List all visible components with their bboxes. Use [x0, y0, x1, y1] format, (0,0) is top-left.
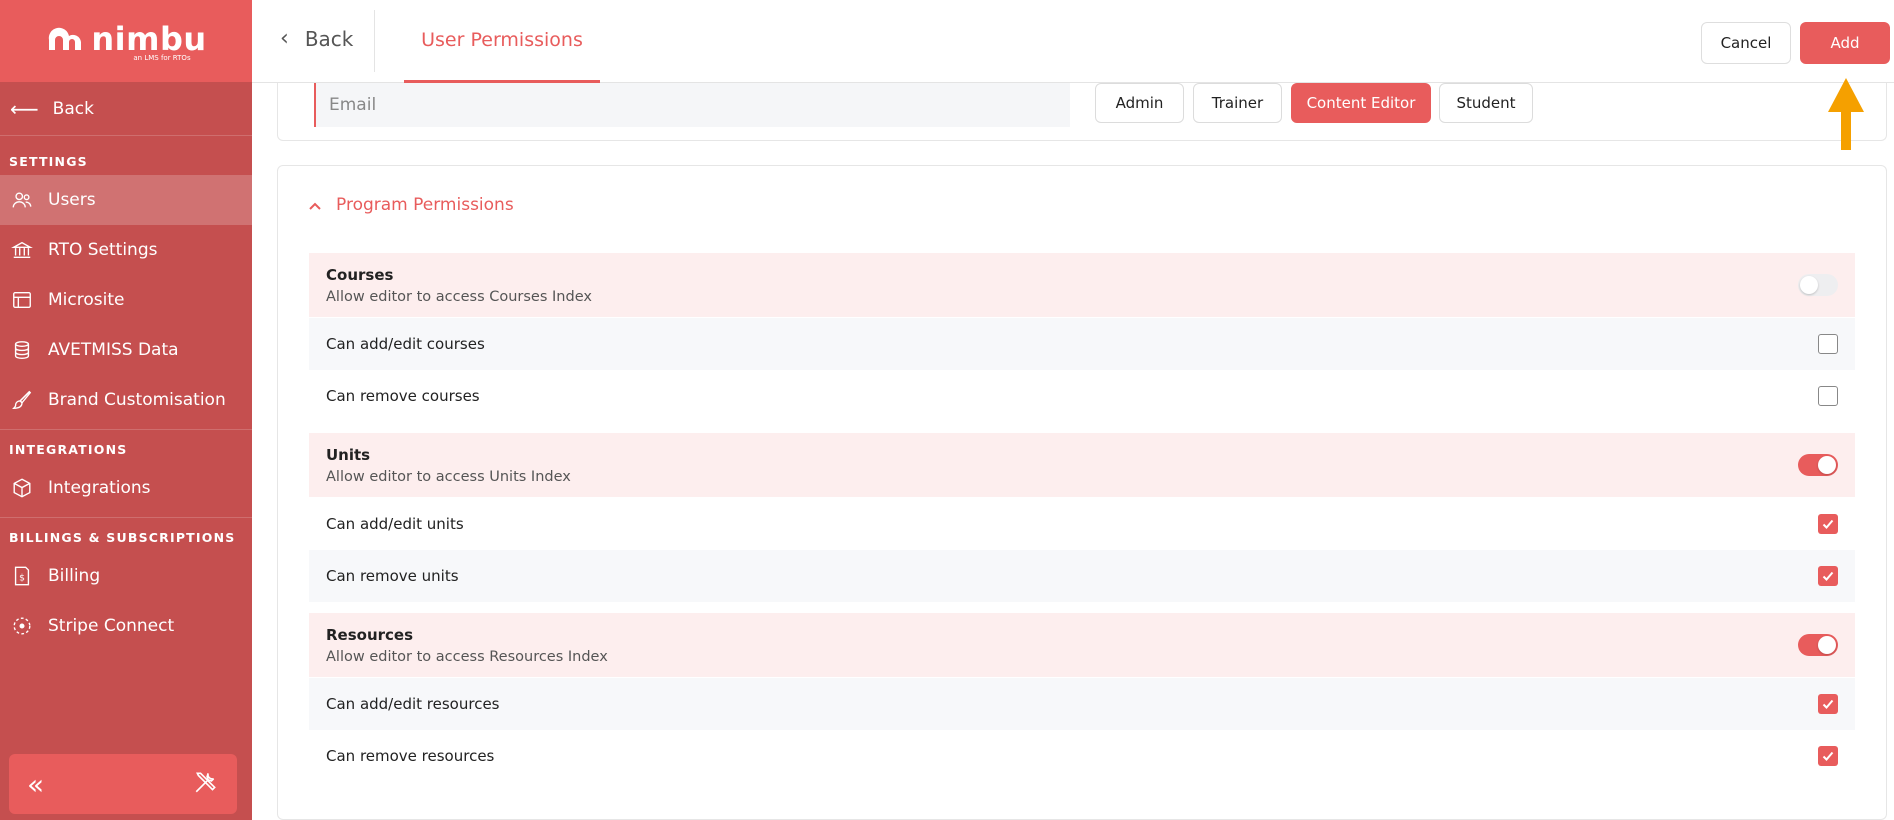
- permission-group-description: Allow editor to access Courses Index: [326, 288, 592, 305]
- logo-tagline: an LMS for RTOs: [133, 54, 191, 62]
- permission-group-description: Allow editor to access Resources Index: [326, 648, 608, 665]
- permission-label: Can add/edit resources: [326, 695, 500, 713]
- sidebar-item-label: Billing: [48, 566, 101, 586]
- permission-item: Can remove resources: [309, 730, 1855, 782]
- tab-user-permissions[interactable]: User Permissions: [404, 0, 600, 83]
- logo[interactable]: nimbu an LMS for RTOs: [0, 0, 252, 82]
- brush-icon: [10, 388, 34, 412]
- permission-group-resources: Resources Allow editor to access Resourc…: [309, 613, 1855, 677]
- permission-item: Can add/edit courses: [309, 318, 1855, 370]
- back-button[interactable]: ‹ Back: [280, 26, 353, 51]
- permission-group-units: Units Allow editor to access Units Index: [309, 433, 1855, 497]
- permission-label: Can add/edit courses: [326, 335, 485, 353]
- toggle-knob: [1818, 636, 1836, 654]
- units-access-toggle[interactable]: [1798, 454, 1838, 476]
- permission-label: Can remove resources: [326, 747, 495, 765]
- sidebar-footer: «: [9, 754, 237, 814]
- permission-group-title: Courses: [326, 265, 394, 284]
- permission-label: Can remove courses: [326, 387, 480, 405]
- can-remove-units-checkbox[interactable]: [1818, 566, 1838, 586]
- chevron-up-icon: [308, 196, 322, 215]
- checkmark-icon: [1822, 571, 1834, 581]
- tools-icon[interactable]: [193, 769, 219, 799]
- browser-icon: [10, 288, 34, 312]
- role-trainer-button[interactable]: Trainer: [1193, 83, 1282, 123]
- can-remove-resources-checkbox[interactable]: [1818, 746, 1838, 766]
- sidebar-item-label: Microsite: [48, 290, 125, 310]
- sidebar-section-integrations: INTEGRATIONS: [9, 442, 128, 457]
- users-icon: [10, 188, 34, 212]
- role-student-button[interactable]: Student: [1439, 83, 1533, 123]
- top-divider: [374, 10, 375, 72]
- sidebar-back-link[interactable]: ⟵ Back: [0, 82, 252, 136]
- sidebar-back-label: Back: [52, 98, 94, 119]
- logo-text: nimbu: [91, 20, 207, 58]
- sidebar-item-label: Users: [48, 190, 96, 210]
- toggle-knob: [1818, 456, 1836, 474]
- sidebar-item-rto-settings[interactable]: RTO Settings: [0, 225, 252, 275]
- permission-item: Can remove units: [309, 550, 1855, 602]
- role-admin-button[interactable]: Admin: [1095, 83, 1184, 123]
- sidebar-item-brand-customisation[interactable]: Brand Customisation: [0, 375, 252, 425]
- checkmark-icon: [1822, 699, 1834, 709]
- chevron-left-icon: ‹: [280, 26, 289, 51]
- sidebar-item-integrations[interactable]: Integrations: [0, 463, 252, 513]
- email-field[interactable]: [314, 83, 1070, 127]
- annotation-arrow-icon: [1828, 78, 1864, 150]
- permission-group-description: Allow editor to access Units Index: [326, 468, 571, 485]
- back-label: Back: [304, 26, 354, 51]
- top-bar: ‹ Back User Permissions Cancel Add: [252, 0, 1894, 83]
- toggle-knob: [1800, 276, 1818, 294]
- arrow-left-icon: ⟵: [10, 96, 39, 121]
- bank-icon: [10, 238, 34, 262]
- connect-icon: [10, 614, 34, 638]
- checkmark-icon: [1822, 519, 1834, 529]
- resources-access-toggle[interactable]: [1798, 634, 1838, 656]
- checkmark-icon: [1822, 751, 1834, 761]
- sidebar-item-avetmiss-data[interactable]: AVETMISS Data: [0, 325, 252, 375]
- cube-icon: [10, 476, 34, 500]
- double-chevron-left-icon[interactable]: «: [27, 768, 44, 801]
- sidebar-item-label: RTO Settings: [48, 240, 158, 260]
- courses-access-toggle[interactable]: [1798, 274, 1838, 296]
- permission-label: Can remove units: [326, 567, 459, 585]
- sidebar-item-microsite[interactable]: Microsite: [0, 275, 252, 325]
- can-add-edit-courses-checkbox[interactable]: [1818, 334, 1838, 354]
- add-button[interactable]: Add: [1800, 22, 1890, 64]
- cancel-button[interactable]: Cancel: [1701, 22, 1791, 64]
- can-add-edit-units-checkbox[interactable]: [1818, 514, 1838, 534]
- role-content-editor-button[interactable]: Content Editor: [1291, 83, 1431, 123]
- permission-group-title: Units: [326, 445, 371, 464]
- invoice-icon: $: [10, 564, 34, 588]
- svg-text:$: $: [19, 573, 25, 584]
- permission-group-title: Resources: [326, 625, 414, 644]
- permission-item: Can add/edit units: [309, 498, 1855, 550]
- sidebar: nimbu an LMS for RTOs ⟵ Back SETTINGS Us…: [0, 0, 252, 820]
- sidebar-item-label: Integrations: [48, 478, 151, 498]
- can-remove-courses-checkbox[interactable]: [1818, 386, 1838, 406]
- section-title: Program Permissions: [336, 195, 514, 215]
- sidebar-item-stripe-connect[interactable]: Stripe Connect: [0, 601, 252, 651]
- sidebar-item-label: Stripe Connect: [48, 616, 175, 636]
- sidebar-section-settings: SETTINGS: [9, 154, 88, 169]
- permission-item: Can remove courses: [309, 370, 1855, 422]
- permission-item: Can add/edit resources: [309, 678, 1855, 730]
- sidebar-item-label: AVETMISS Data: [48, 340, 179, 360]
- sidebar-item-users[interactable]: Users: [0, 175, 252, 225]
- can-add-edit-resources-checkbox[interactable]: [1818, 694, 1838, 714]
- permission-group-courses: Courses Allow editor to access Courses I…: [309, 253, 1855, 317]
- cloud-logo-icon: [49, 27, 82, 50]
- database-icon: [10, 338, 34, 362]
- permission-label: Can add/edit units: [326, 515, 464, 533]
- sidebar-item-label: Brand Customisation: [48, 390, 226, 410]
- sidebar-item-billing[interactable]: $ Billing: [0, 551, 252, 601]
- sidebar-section-billings: BILLINGS & SUBSCRIPTIONS: [9, 530, 236, 545]
- program-permissions-toggle[interactable]: Program Permissions: [308, 195, 514, 215]
